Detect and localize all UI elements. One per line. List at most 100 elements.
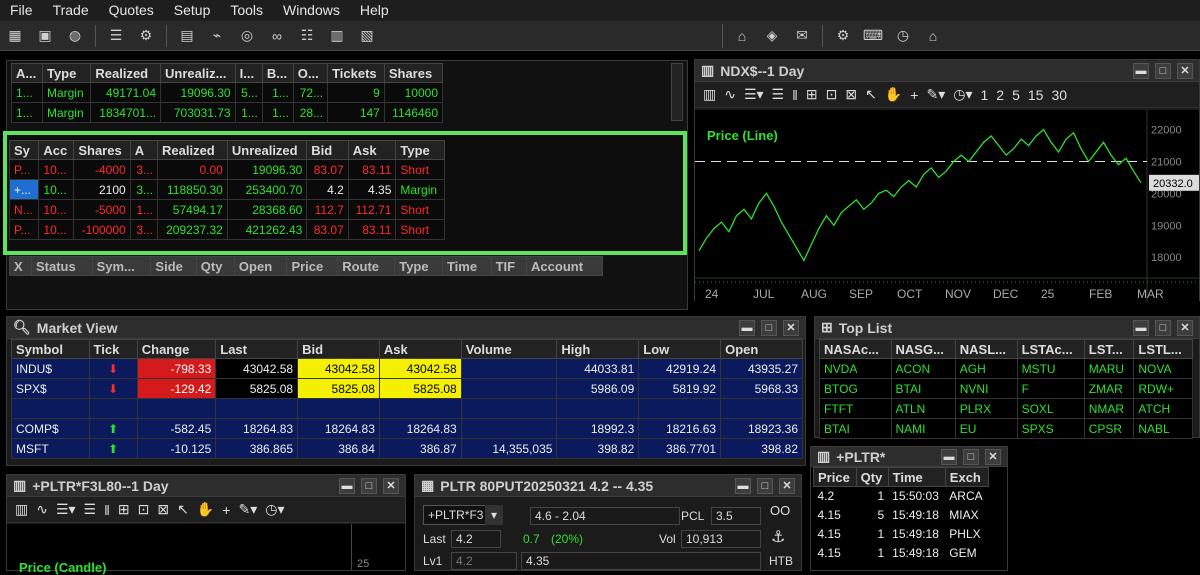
table-row[interactable]: 1... Margin 49171.04 19096.30 5... 1... 72... 9…	[11, 82, 444, 103]
list-icon[interactable]: ☰	[103, 25, 129, 47]
column-header[interactable]: Low	[638, 339, 722, 359]
scan-icon[interactable]: ◎	[234, 25, 260, 47]
period-button[interactable]: 15	[1028, 87, 1044, 103]
expand-icon[interactable]: ⊡	[138, 501, 150, 518]
column-header[interactable]: Volume	[460, 339, 558, 359]
zoom-box-icon[interactable]: ⊞	[118, 501, 130, 518]
minimize-button[interactable]: ▬	[1133, 62, 1149, 79]
menu-quotes[interactable]: Quotes	[99, 0, 164, 21]
column-header[interactable]: Bid	[297, 339, 380, 359]
column-header[interactable]: TIF	[490, 256, 528, 276]
study-icon[interactable]: ∿	[36, 501, 48, 518]
cursor-icon[interactable]: ↖	[865, 86, 877, 103]
menu-windows[interactable]: Windows	[273, 0, 350, 21]
top-list-symbol[interactable]: PLRX	[954, 398, 1018, 419]
top-list-symbol[interactable]: FTFT	[819, 398, 892, 419]
mail-icon[interactable]: ✉	[789, 25, 815, 47]
period-button[interactable]: 1	[980, 87, 988, 103]
top-list-symbol[interactable]: EU	[954, 418, 1018, 439]
period-button[interactable]: 5	[1012, 87, 1020, 103]
bar-style-icon[interactable]: ▥	[703, 86, 716, 103]
accounts-scrollbar[interactable]	[671, 63, 683, 121]
gear-icon[interactable]: ⚙	[133, 25, 159, 47]
column-header[interactable]: Type	[395, 140, 445, 160]
column-header[interactable]: Open	[720, 339, 803, 359]
table-row[interactable]: FTFT ATLN PLRX SOXL NMAR ATCH	[819, 398, 1193, 419]
close-button[interactable]: ✕	[1177, 62, 1193, 79]
top-list-symbol[interactable]: SPXS	[1016, 418, 1085, 439]
column-header[interactable]: NASAc...	[819, 339, 892, 359]
column-header[interactable]: Acc	[38, 140, 75, 160]
top-list-symbol[interactable]: ATLN	[890, 398, 956, 419]
minimize-button[interactable]: ▬	[739, 319, 755, 336]
zoom-box-icon[interactable]: ⊞	[806, 86, 818, 103]
pause-icon[interactable]: ‖	[104, 502, 110, 518]
column-header[interactable]: Route	[337, 256, 396, 276]
top-list-symbol[interactable]: MSTU	[1016, 358, 1085, 379]
keyboard-icon[interactable]: ⌨	[860, 25, 886, 47]
table-row[interactable]: COMP$ ⬆ -582.45 18264.83 18264.83 18264.83 189…	[11, 418, 803, 439]
basket-icon[interactable]: ⌂	[729, 25, 755, 47]
column-header[interactable]: X	[9, 256, 32, 276]
table-row[interactable]: MSFT ⬆ -10.125 386.865 386.84 386.87 14,355,03…	[11, 438, 803, 459]
column-header[interactable]: LSTL...	[1133, 339, 1193, 359]
top-list-symbol[interactable]: SOXL	[1016, 398, 1085, 419]
globe-icon[interactable]: ◍	[62, 25, 88, 47]
maximize-button[interactable]: □	[1155, 319, 1171, 336]
plug-icon[interactable]: ⌁	[204, 25, 230, 47]
top-list-symbol[interactable]: AGH	[954, 358, 1018, 379]
minimize-button[interactable]: ▬	[941, 448, 957, 465]
minimize-button[interactable]: ▬	[735, 477, 751, 494]
card-icon[interactable]: ▣	[32, 25, 58, 47]
doc-icon[interactable]: ▤	[174, 25, 200, 47]
close-button[interactable]: ✕	[779, 477, 795, 494]
column-header[interactable]: Shares	[383, 63, 444, 83]
sliders-icon[interactable]: ☷	[294, 25, 320, 47]
column-header[interactable]: Open	[233, 256, 288, 276]
study-icon[interactable]: ∿	[724, 86, 736, 103]
column-header[interactable]: Tick	[88, 339, 138, 359]
column-header[interactable]: O...	[292, 63, 329, 83]
clock-icon[interactable]: ◷▾	[265, 501, 284, 518]
table-row[interactable]: SPX$ ⬇ -129.42 5825.08 5825.08 5825.08 5986.09…	[11, 378, 803, 399]
column-header[interactable]: NASL...	[954, 339, 1018, 359]
pencil-icon[interactable]: ✎▾	[238, 501, 257, 518]
column-header[interactable]: Unrealized	[226, 140, 308, 160]
column-header[interactable]: Time	[887, 467, 946, 487]
table-row[interactable]: BTAI NAMI EU SPXS CPSR NABL	[819, 418, 1193, 439]
scale-icon[interactable]: ⊠	[845, 86, 857, 103]
column-header[interactable]: NASG...	[890, 339, 956, 359]
table-row[interactable]	[11, 398, 803, 419]
maximize-button[interactable]: □	[757, 477, 773, 494]
column-header[interactable]: Change	[136, 339, 217, 359]
table-row[interactable]: BTOG BTAI NVNI F ZMAR RDW+	[819, 378, 1193, 399]
close-button[interactable]: ✕	[985, 448, 1001, 465]
home-icon[interactable]: ⌂	[920, 25, 946, 47]
top-list-symbol[interactable]: BTOG	[819, 378, 892, 399]
column-header[interactable]: Sy	[8, 140, 40, 160]
list-icon[interactable]: ☰	[772, 86, 785, 103]
table-row[interactable]: NVDA ACON AGH MSTU MARU NOVA	[819, 358, 1193, 379]
tag-icon[interactable]: ◈	[759, 25, 785, 47]
bar-style-icon[interactable]: ▥	[15, 501, 28, 518]
template-icon[interactable]: ☰▾	[56, 501, 76, 518]
maximize-button[interactable]: □	[963, 448, 979, 465]
grid-icon[interactable]: ▦	[2, 25, 28, 47]
column-header[interactable]: Type	[394, 256, 443, 276]
column-header[interactable]: Price	[286, 256, 339, 276]
table-row[interactable]: +... 10... 2100 3... 118850.30 253400.70 4.2 4.…	[8, 179, 445, 200]
menu-file[interactable]: File	[0, 0, 43, 21]
column-header[interactable]: Qty	[855, 467, 889, 487]
column-header[interactable]: Sym...	[91, 256, 152, 276]
minimize-button[interactable]: ▬	[1133, 319, 1149, 336]
top-list-symbol[interactable]: NVDA	[819, 358, 892, 379]
gear-icon[interactable]: ⚙	[830, 25, 856, 47]
hand-icon[interactable]: ✋	[885, 86, 902, 103]
top-list-symbol[interactable]: ZMAR	[1083, 378, 1135, 399]
close-button[interactable]: ✕	[383, 477, 399, 494]
top-list-symbol[interactable]: CPSR	[1083, 418, 1135, 439]
minimize-button[interactable]: ▬	[339, 477, 355, 494]
expand-icon[interactable]: ⊡	[826, 86, 838, 103]
column-header[interactable]: Symbol	[11, 339, 90, 359]
table-row[interactable]: P... 10... -4000 3... 0.00 19096.30 83.07 83.11…	[8, 159, 445, 180]
